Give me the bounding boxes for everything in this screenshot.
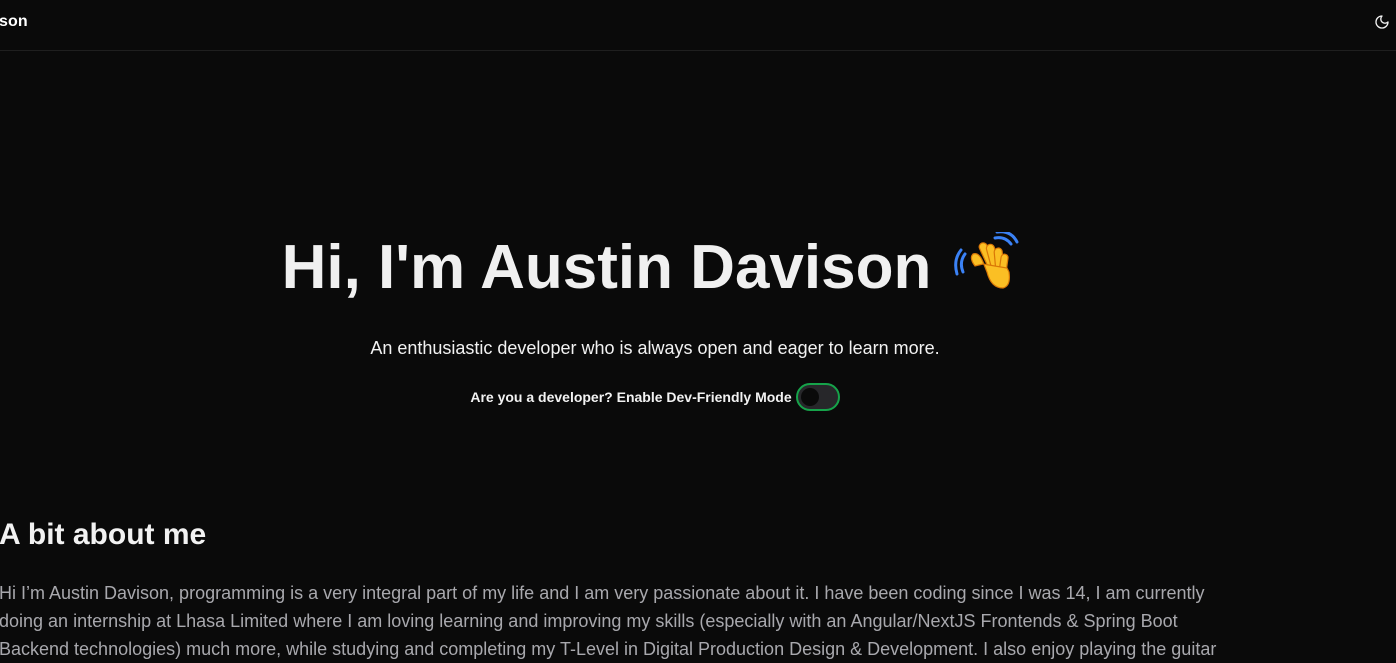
theme-toggle-button[interactable] [1372,12,1392,32]
dev-mode-row: Are you a developer? Enable Dev-Friendly… [0,383,1310,411]
site-brand-name[interactable]: son [0,13,28,31]
moon-icon [1375,15,1389,29]
hero-title: Hi, I'm Austin Davison [0,232,1305,303]
top-navigation-bar: son [0,0,1396,51]
waving-hand-icon [954,232,1019,289]
about-text-line: Hi I’m Austin Davison, programming is a … [0,583,1205,603]
dev-mode-toggle-knob [800,388,819,406]
about-text-line: Backend technologies) much more, while s… [0,639,1217,659]
about-text-line: doing an internship at Lhasa Limited whe… [0,611,1178,631]
about-section-title: A bit about me [0,518,207,551]
dev-mode-toggle[interactable] [795,383,840,411]
hero-subtitle: An enthusiastic developer who is always … [370,338,940,358]
dev-mode-label: Are you a developer? Enable Dev-Friendly… [470,389,792,405]
hero-title-text: Hi, I'm Austin Davison [281,233,932,302]
about-section-text: Hi I’m Austin Davison, programming is a … [0,579,1309,663]
